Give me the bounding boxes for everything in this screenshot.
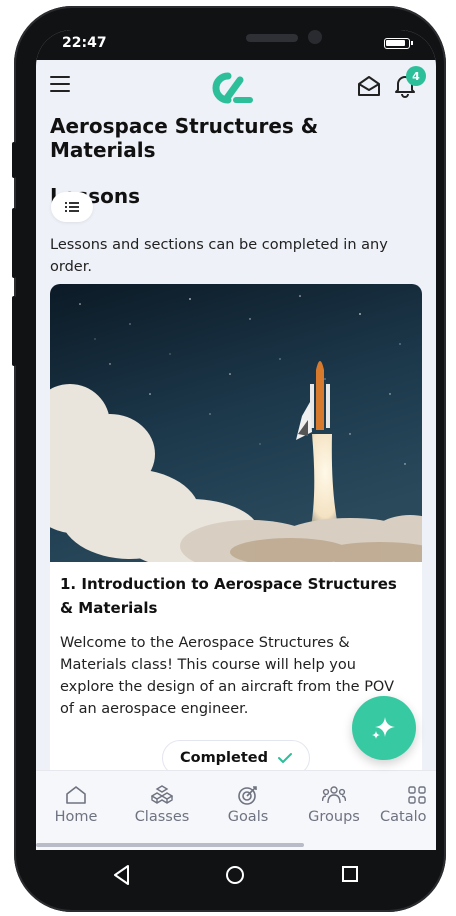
list-icon bbox=[65, 202, 79, 212]
groups-icon bbox=[322, 786, 346, 804]
home-icon bbox=[66, 786, 86, 804]
nav-item-groups[interactable]: Groups bbox=[294, 785, 374, 825]
bottom-navigation: Home Classes Goals Groups Catalo bbox=[36, 770, 436, 850]
nav-label: Goals bbox=[227, 809, 269, 825]
ai-assistant-button[interactable] bbox=[352, 696, 416, 760]
battery-icon bbox=[384, 37, 413, 49]
catalog-icon bbox=[408, 786, 426, 804]
nav-label: Groups bbox=[308, 809, 360, 825]
speaker bbox=[246, 34, 298, 42]
page-content: Aerospace Structures & Materials Lessons… bbox=[50, 114, 422, 275]
notification-badge: 4 bbox=[406, 66, 426, 86]
front-camera bbox=[308, 30, 322, 44]
lesson-image-rocket-launch bbox=[50, 284, 422, 562]
hamburger-icon bbox=[50, 76, 70, 78]
hamburger-icon bbox=[50, 90, 70, 92]
section-title: Lessons bbox=[50, 184, 140, 208]
phone-side-button bbox=[12, 296, 16, 366]
nav-item-classes[interactable]: Classes bbox=[122, 785, 202, 825]
nav-label: Classes bbox=[134, 809, 190, 825]
nav-item-goals[interactable]: Goals bbox=[208, 785, 288, 825]
home-circle-icon[interactable] bbox=[224, 864, 246, 886]
goals-icon bbox=[238, 786, 257, 805]
status-time: 22:47 bbox=[62, 35, 107, 51]
scroll-indicator bbox=[36, 843, 304, 847]
app-logo[interactable] bbox=[206, 68, 254, 108]
phone-side-button bbox=[12, 142, 16, 178]
phone-side-button bbox=[12, 208, 16, 278]
app-header: 4 bbox=[36, 60, 436, 112]
recents-icon[interactable] bbox=[340, 864, 360, 884]
sparkle-icon bbox=[372, 717, 395, 739]
nav-label: Home bbox=[54, 809, 98, 825]
nav-item-catalog[interactable]: Catalo bbox=[380, 785, 436, 825]
lesson-title[interactable]: 1. Introduction to Aerospace Structures … bbox=[60, 572, 410, 620]
system-navigation-bar bbox=[36, 850, 436, 902]
nav-item-home[interactable]: Home bbox=[36, 785, 116, 825]
app-screen: 22:47 4 Aerospace Structures & Materials… bbox=[36, 30, 436, 850]
inbox-icon[interactable] bbox=[356, 74, 382, 98]
back-icon[interactable] bbox=[112, 864, 132, 886]
hamburger-icon bbox=[50, 83, 70, 85]
menu-button[interactable] bbox=[50, 76, 70, 94]
nav-label: Catalo bbox=[380, 809, 427, 825]
info-text: Lessons and sections can be completed in… bbox=[50, 237, 388, 275]
classes-icon bbox=[151, 785, 173, 804]
list-view-button[interactable] bbox=[51, 192, 93, 222]
course-title: Aerospace Structures & Materials bbox=[50, 114, 319, 162]
completed-label: Completed bbox=[179, 750, 269, 766]
checkmark-icon bbox=[278, 753, 293, 763]
notch bbox=[158, 30, 382, 60]
